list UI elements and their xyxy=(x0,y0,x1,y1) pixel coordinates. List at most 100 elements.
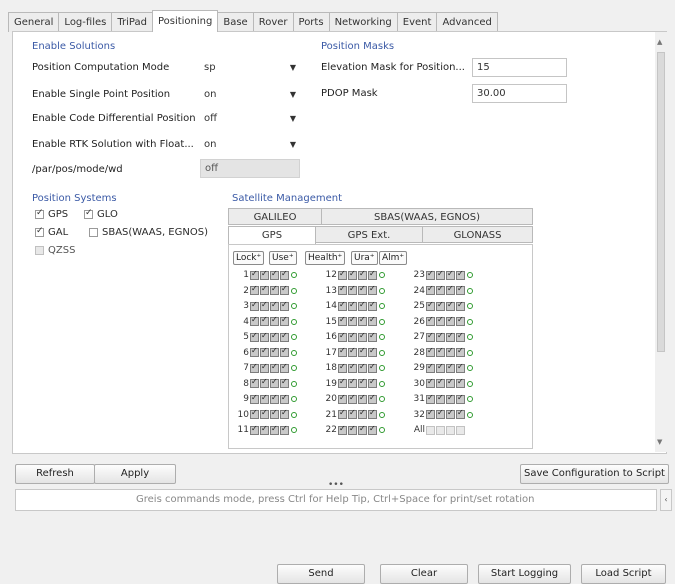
tab-rover[interactable]: Rover xyxy=(252,12,294,32)
alm-header-button[interactable]: Alm⁺ xyxy=(379,251,408,265)
tab-general[interactable]: General xyxy=(8,12,60,32)
satellite-checkbox[interactable] xyxy=(260,362,269,373)
satellite-checkbox[interactable] xyxy=(368,300,377,311)
satellite-checkbox[interactable] xyxy=(250,315,259,326)
tab-ports[interactable]: Ports xyxy=(292,12,330,32)
satellite-checkbox[interactable] xyxy=(368,331,377,342)
gal-checkbox[interactable]: GAL xyxy=(35,226,68,238)
satellite-checkbox[interactable] xyxy=(338,284,347,295)
satellite-checkbox[interactable] xyxy=(446,346,455,357)
elevation-mask-input[interactable]: 15 xyxy=(472,58,567,77)
satellite-checkbox[interactable] xyxy=(260,346,269,357)
clear-button[interactable]: Clear xyxy=(380,564,468,584)
sat-tab-gps-ext[interactable]: GPS Ext. xyxy=(315,226,423,243)
satellite-checkbox[interactable] xyxy=(348,362,357,373)
satellite-checkbox[interactable] xyxy=(446,284,455,295)
satellite-checkbox[interactable] xyxy=(250,362,259,373)
satellite-checkbox[interactable] xyxy=(358,424,367,435)
satellite-checkbox[interactable] xyxy=(270,362,279,373)
satellite-checkbox[interactable] xyxy=(270,269,279,280)
satellite-checkbox[interactable] xyxy=(426,425,435,435)
satellite-checkbox[interactable] xyxy=(368,284,377,295)
glo-checkbox[interactable]: GLO xyxy=(84,208,118,220)
satellite-checkbox[interactable] xyxy=(250,408,259,419)
satellite-checkbox[interactable] xyxy=(436,346,445,357)
satellite-checkbox[interactable] xyxy=(250,269,259,280)
tab-positioning[interactable]: Positioning xyxy=(151,10,219,32)
satellite-checkbox[interactable] xyxy=(338,315,347,326)
satellite-checkbox[interactable] xyxy=(446,300,455,311)
satellite-checkbox[interactable] xyxy=(348,393,357,404)
satellite-checkbox[interactable] xyxy=(280,300,289,311)
sbas-checkbox[interactable]: SBAS(WAAS, EGNOS) xyxy=(89,227,208,238)
satellite-checkbox[interactable] xyxy=(338,331,347,342)
satellite-checkbox[interactable] xyxy=(426,377,435,388)
health-header-button[interactable]: Health⁺ xyxy=(305,251,346,265)
satellite-checkbox[interactable] xyxy=(358,393,367,404)
satellite-checkbox[interactable] xyxy=(260,377,269,388)
single-point-position-select[interactable]: on ▼ xyxy=(200,86,300,103)
satellite-checkbox[interactable] xyxy=(270,377,279,388)
sat-tab-gps[interactable]: GPS xyxy=(228,226,316,244)
satellite-checkbox[interactable] xyxy=(280,284,289,295)
satellite-checkbox[interactable] xyxy=(250,346,259,357)
sat-tab-sbas[interactable]: SBAS(WAAS, EGNOS) xyxy=(321,208,533,225)
satellite-checkbox[interactable] xyxy=(348,284,357,295)
satellite-checkbox[interactable] xyxy=(426,284,435,295)
satellite-checkbox[interactable] xyxy=(260,269,269,280)
satellite-checkbox[interactable] xyxy=(456,300,465,311)
tab-base[interactable]: Base xyxy=(217,12,254,32)
tab-tripad[interactable]: TriPad xyxy=(111,12,153,32)
start-logging-button[interactable]: Start Logging xyxy=(478,564,571,584)
satellite-checkbox[interactable] xyxy=(456,408,465,419)
satellite-checkbox[interactable] xyxy=(280,315,289,326)
pdop-mask-input[interactable]: 30.00 xyxy=(472,84,567,103)
apply-button[interactable]: Apply xyxy=(94,464,176,484)
command-expand-icon[interactable]: ‹ xyxy=(660,489,672,511)
satellite-checkbox[interactable] xyxy=(456,331,465,342)
satellite-checkbox[interactable] xyxy=(358,377,367,388)
satellite-checkbox[interactable] xyxy=(358,284,367,295)
code-differential-select[interactable]: off ▼ xyxy=(200,110,300,127)
satellite-checkbox[interactable] xyxy=(358,300,367,311)
tab-advanced[interactable]: Advanced xyxy=(436,12,498,32)
ura-header-button[interactable]: Ura⁺ xyxy=(351,251,378,265)
satellite-checkbox[interactable] xyxy=(270,424,279,435)
refresh-button[interactable]: Refresh xyxy=(15,464,95,484)
satellite-checkbox[interactable] xyxy=(446,425,455,435)
satellite-checkbox[interactable] xyxy=(426,362,435,373)
satellite-checkbox[interactable] xyxy=(426,269,435,280)
scrollbar-thumb[interactable] xyxy=(657,52,665,352)
satellite-checkbox[interactable] xyxy=(260,284,269,295)
satellite-checkbox[interactable] xyxy=(270,346,279,357)
satellite-checkbox[interactable] xyxy=(436,315,445,326)
satellite-checkbox[interactable] xyxy=(280,362,289,373)
satellite-checkbox[interactable] xyxy=(446,377,455,388)
satellite-checkbox[interactable] xyxy=(280,331,289,342)
satellite-checkbox[interactable] xyxy=(456,315,465,326)
satellite-checkbox[interactable] xyxy=(280,269,289,280)
satellite-checkbox[interactable] xyxy=(456,346,465,357)
satellite-checkbox[interactable] xyxy=(270,393,279,404)
satellite-checkbox[interactable] xyxy=(358,315,367,326)
satellite-checkbox[interactable] xyxy=(436,393,445,404)
satellite-checkbox[interactable] xyxy=(260,408,269,419)
tab-networking[interactable]: Networking xyxy=(328,12,398,32)
satellite-checkbox[interactable] xyxy=(348,424,357,435)
satellite-checkbox[interactable] xyxy=(358,408,367,419)
satellite-checkbox[interactable] xyxy=(368,424,377,435)
satellite-checkbox[interactable] xyxy=(456,425,465,435)
satellite-checkbox[interactable] xyxy=(368,315,377,326)
satellite-checkbox[interactable] xyxy=(426,315,435,326)
scroll-down-icon[interactable]: ▼ xyxy=(657,438,662,446)
satellite-checkbox[interactable] xyxy=(348,269,357,280)
satellite-checkbox[interactable] xyxy=(426,393,435,404)
satellite-checkbox[interactable] xyxy=(338,362,347,373)
satellite-checkbox[interactable] xyxy=(456,377,465,388)
send-button[interactable]: Send xyxy=(277,564,365,584)
satellite-checkbox[interactable] xyxy=(260,315,269,326)
satellite-checkbox[interactable] xyxy=(338,269,347,280)
satellite-checkbox[interactable] xyxy=(270,300,279,311)
satellite-checkbox[interactable] xyxy=(250,393,259,404)
satellite-checkbox[interactable] xyxy=(358,346,367,357)
